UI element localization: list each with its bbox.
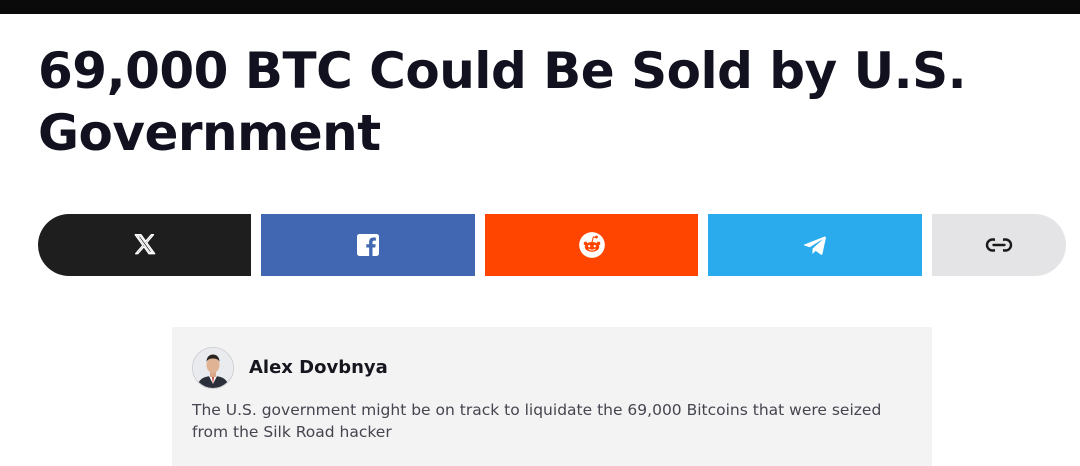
x-logo-icon [132, 232, 158, 258]
author-photo-icon [193, 348, 233, 388]
author-name[interactable]: Alex Dovbnya [249, 357, 388, 379]
article-summary: The U.S. government might be on track to… [192, 401, 882, 441]
share-reddit-button[interactable] [485, 214, 698, 276]
top-bar [0, 0, 1080, 14]
author-avatar[interactable] [192, 347, 234, 389]
share-x-button[interactable] [38, 214, 251, 276]
telegram-icon [803, 233, 827, 257]
copy-link-button[interactable] [932, 214, 1066, 276]
link-icon [985, 237, 1013, 253]
facebook-icon [356, 233, 380, 257]
share-facebook-button[interactable] [261, 214, 475, 276]
author-card: Alex Dovbnya The U.S. government might b… [172, 327, 932, 466]
article-headline: 69,000 BTC Could Be Sold by U.S. Governm… [38, 42, 967, 162]
share-telegram-button[interactable] [708, 214, 922, 276]
share-bar [38, 214, 1066, 276]
reddit-icon [578, 231, 606, 259]
